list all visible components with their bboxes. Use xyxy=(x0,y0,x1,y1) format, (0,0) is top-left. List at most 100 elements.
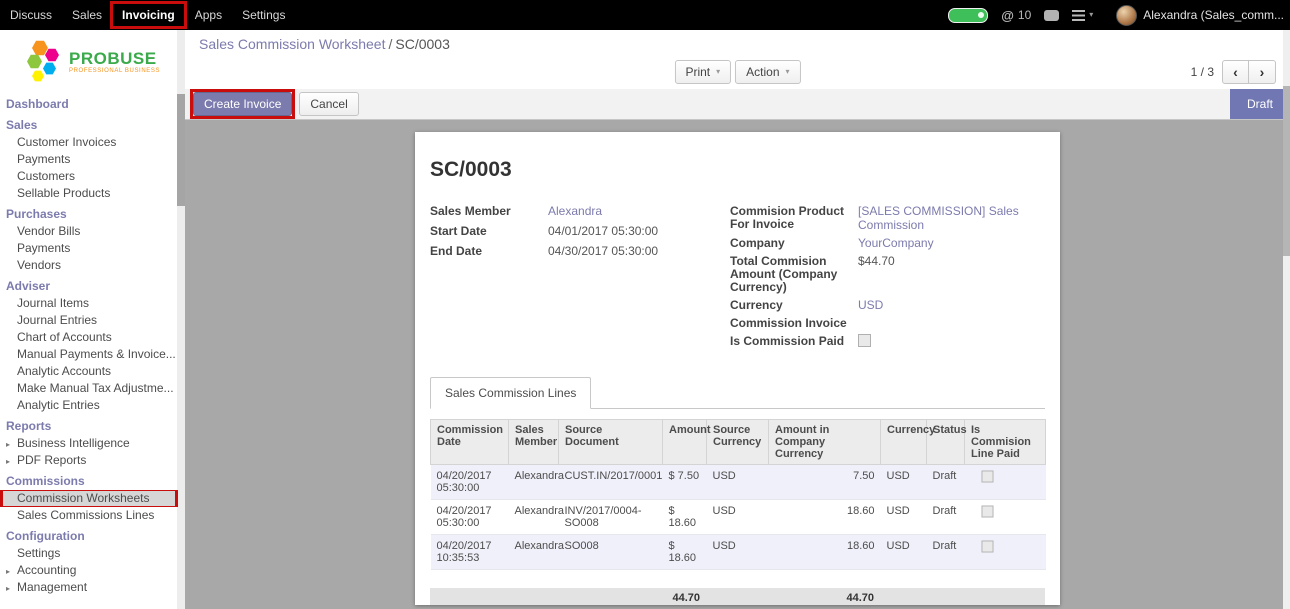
activities-menu[interactable]: @ 10 xyxy=(1001,8,1031,23)
sidebar-item-manual-payments[interactable]: Manual Payments & Invoice... xyxy=(0,346,185,363)
field-company: Company YourCompany xyxy=(730,236,1045,250)
chevron-left-icon: ‹ xyxy=(1233,64,1238,80)
commission-product-link[interactable]: [SALES COMMISSION] Sales Commission xyxy=(858,204,1023,232)
field-groups: Sales Member Alexandra Start Date 04/01/… xyxy=(430,204,1045,352)
sidebar-item-manual-tax-adjustment[interactable]: Make Manual Tax Adjustme... xyxy=(0,380,185,397)
print-button[interactable]: Print▾ xyxy=(674,60,731,84)
form-header: Create Invoice Cancel Draft xyxy=(185,89,1290,120)
sidebar-item-settings[interactable]: Settings xyxy=(0,545,185,562)
menu-settings[interactable]: Settings xyxy=(232,0,295,30)
breadcrumb-parent-link[interactable]: Sales Commission Worksheet xyxy=(199,36,385,52)
sidebar-item-analytic-entries[interactable]: Analytic Entries xyxy=(0,397,185,414)
notebook: Sales Commission Lines Commission Date S… xyxy=(430,376,1045,605)
table-row[interactable]: 04/20/2017 10:35:53 Alexandra SO008 $ 18… xyxy=(431,535,1046,570)
totals-row: 44.70 44.70 xyxy=(430,588,1045,605)
sidebar-item-commission-worksheets[interactable]: Commission Worksheets xyxy=(0,490,185,507)
content-background: SC/0003 Sales Member Alexandra Start Dat… xyxy=(185,120,1290,609)
company-link[interactable]: YourCompany xyxy=(858,236,934,250)
col-line-paid[interactable]: Is Commision Line Paid xyxy=(965,420,1046,465)
sidebar-item-business-intelligence[interactable]: ▸Business Intelligence xyxy=(0,435,185,452)
tab-sales-commission-lines[interactable]: Sales Commission Lines xyxy=(430,377,591,409)
field-label: End Date xyxy=(430,244,548,258)
action-button[interactable]: Action▾ xyxy=(735,60,800,84)
sidebar-item-journal-entries[interactable]: Journal Entries xyxy=(0,312,185,329)
timer-progress-icon[interactable] xyxy=(948,8,988,23)
cell-member: Alexandra xyxy=(509,535,559,570)
col-currency[interactable]: Currency xyxy=(881,420,927,465)
sidebar-item-customer-invoices[interactable]: Customer Invoices xyxy=(0,134,185,151)
line-paid-checkbox[interactable] xyxy=(981,506,993,518)
layout: PROBUSE PROFESSIONAL BUSINESS Dashboard … xyxy=(0,30,1290,609)
activity-count: 10 xyxy=(1018,8,1031,22)
sidebar-item-customers[interactable]: Customers xyxy=(0,168,185,185)
table-row[interactable]: 04/20/2017 05:30:00 Alexandra CUST.IN/20… xyxy=(431,465,1046,500)
cell-status: Draft xyxy=(927,535,965,570)
sales-member-link[interactable]: Alexandra xyxy=(548,204,602,218)
field-label: Currency xyxy=(730,298,858,312)
menu-sales[interactable]: Sales xyxy=(62,0,112,30)
cell-line-paid xyxy=(965,465,1046,500)
col-status[interactable]: Status xyxy=(927,420,965,465)
sidebar-section-adviser[interactable]: Adviser xyxy=(0,274,185,295)
start-date-value: 04/01/2017 05:30:00 xyxy=(548,224,658,238)
col-sales-member[interactable]: Sales Member xyxy=(509,420,559,465)
control-panel-row: Print▾ Action▾ 1 / 3 ‹ › xyxy=(199,59,1276,85)
pager-next-button[interactable]: › xyxy=(1249,60,1276,84)
table-row[interactable]: 04/20/2017 05:30:00 Alexandra INV/2017/0… xyxy=(431,500,1046,535)
expand-arrow-icon: ▸ xyxy=(6,438,10,451)
sidebar-section-reports[interactable]: Reports xyxy=(0,414,185,435)
sidebar-section-configuration[interactable]: Configuration xyxy=(0,524,185,545)
developer-tools-menu[interactable]: ▾ xyxy=(1072,10,1093,21)
sidebar-scrollbar-thumb[interactable] xyxy=(177,94,185,206)
menu-invoicing[interactable]: Invoicing xyxy=(112,0,185,30)
sidebar-item-management[interactable]: ▸Management xyxy=(0,579,185,596)
line-paid-checkbox[interactable] xyxy=(981,541,993,553)
col-amount[interactable]: Amount xyxy=(663,420,707,465)
breadcrumb-separator: / xyxy=(385,36,395,52)
sidebar-section-dashboard[interactable]: Dashboard xyxy=(0,92,185,113)
sidebar-item-payments-purchases[interactable]: Payments xyxy=(0,240,185,257)
sidebar-scrollbar-track[interactable] xyxy=(177,30,185,609)
sidebar-item-vendors[interactable]: Vendors xyxy=(0,257,185,274)
cancel-button[interactable]: Cancel xyxy=(299,92,358,116)
sidebar-item-payments-sales[interactable]: Payments xyxy=(0,151,185,168)
tab-bar: Sales Commission Lines xyxy=(430,376,1045,409)
topbar: Discuss Sales Invoicing Apps Settings @ … xyxy=(0,0,1290,30)
messages-icon[interactable] xyxy=(1044,10,1059,21)
sidebar-item-accounting[interactable]: ▸Accounting xyxy=(0,562,185,579)
field-label: Commision Product For Invoice xyxy=(730,204,858,232)
line-paid-checkbox[interactable] xyxy=(981,471,993,483)
sidebar-item-label: PDF Reports xyxy=(17,453,86,467)
sidebar-item-vendor-bills[interactable]: Vendor Bills xyxy=(0,223,185,240)
cell-date: 04/20/2017 10:35:53 xyxy=(431,535,509,570)
main-scrollbar-thumb[interactable] xyxy=(1283,86,1290,256)
chevron-right-icon: › xyxy=(1260,64,1265,80)
cell-source-currency: USD xyxy=(707,500,769,535)
total-commission-amount-value: $44.70 xyxy=(858,254,895,294)
sidebar-section-commissions[interactable]: Commissions xyxy=(0,469,185,490)
sidebar-item-sellable-products[interactable]: Sellable Products xyxy=(0,185,185,202)
expand-arrow-icon: ▸ xyxy=(6,582,10,595)
currency-link[interactable]: USD xyxy=(858,298,883,312)
field-label: Sales Member xyxy=(430,204,548,218)
create-invoice-button[interactable]: Create Invoice xyxy=(193,92,292,116)
menu-apps[interactable]: Apps xyxy=(185,0,232,30)
sidebar-item-chart-of-accounts[interactable]: Chart of Accounts xyxy=(0,329,185,346)
main-scrollbar-track[interactable] xyxy=(1283,30,1290,609)
sidebar-item-sales-commissions-lines[interactable]: Sales Commissions Lines xyxy=(0,507,185,524)
probuse-logo[interactable]: PROBUSE PROFESSIONAL BUSINESS xyxy=(0,30,185,92)
field-label: Total Commision Amount (Company Currency… xyxy=(730,254,858,294)
sidebar-item-journal-items[interactable]: Journal Items xyxy=(0,295,185,312)
col-source-document[interactable]: Source Document xyxy=(559,420,663,465)
sidebar-section-sales[interactable]: Sales xyxy=(0,113,185,134)
col-commission-date[interactable]: Commission Date xyxy=(431,420,509,465)
sidebar-item-pdf-reports[interactable]: ▸PDF Reports xyxy=(0,452,185,469)
sidebar-item-analytic-accounts[interactable]: Analytic Accounts xyxy=(0,363,185,380)
pager-previous-button[interactable]: ‹ xyxy=(1222,60,1249,84)
sidebar-section-purchases[interactable]: Purchases xyxy=(0,202,185,223)
menu-discuss[interactable]: Discuss xyxy=(0,0,62,30)
col-amount-company-currency[interactable]: Amount in Company Currency xyxy=(769,420,881,465)
user-menu[interactable]: Alexandra (Sales_comm... xyxy=(1106,0,1288,30)
is-commission-paid-checkbox[interactable] xyxy=(858,334,871,347)
col-source-currency[interactable]: Source Currency xyxy=(707,420,769,465)
